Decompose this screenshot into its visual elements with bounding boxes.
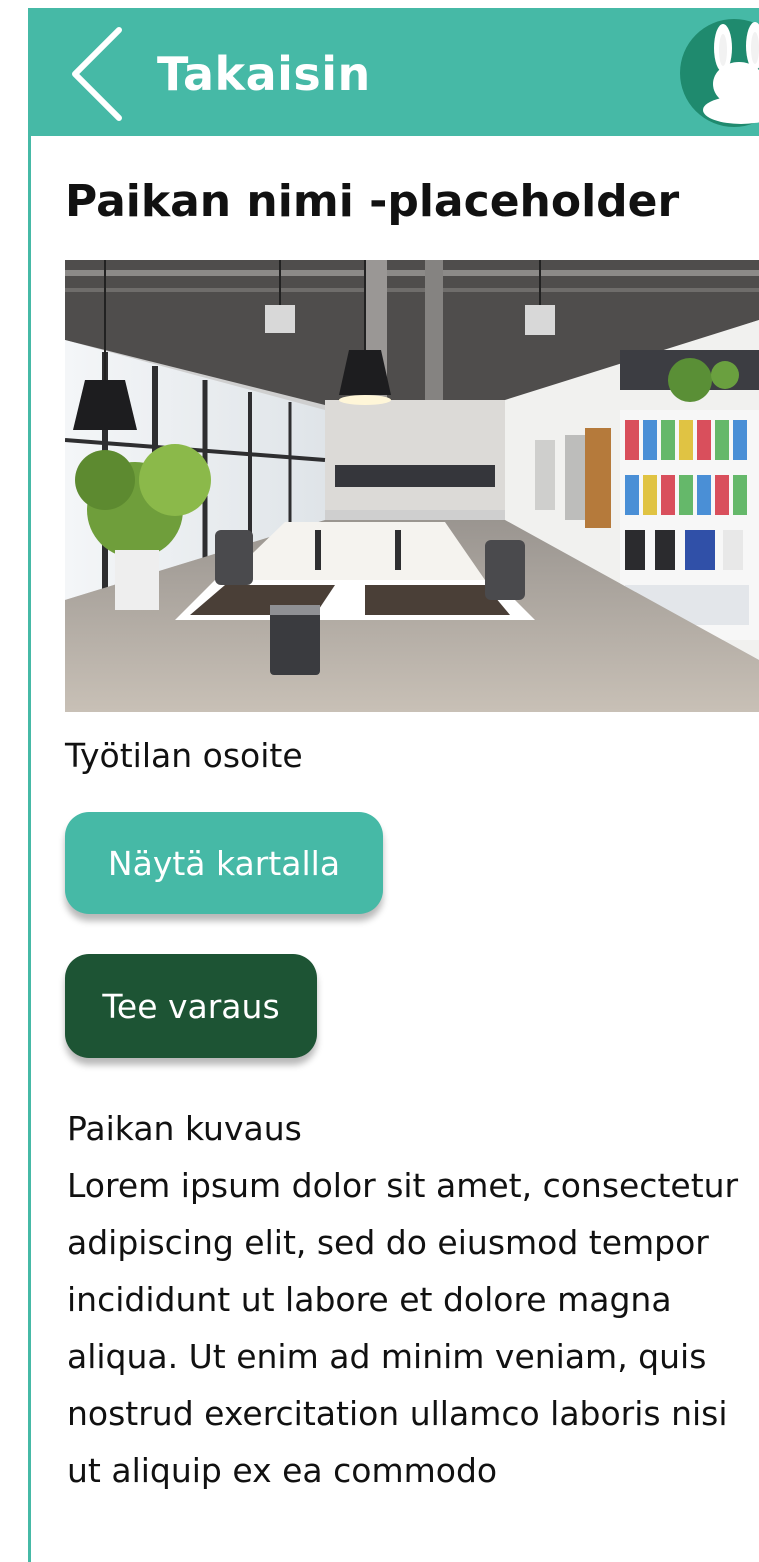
place-description: Paikan kuvaus Lorem ipsum dolor sit amet… xyxy=(67,1100,757,1499)
back-label: Takaisin xyxy=(157,47,371,101)
bunny-avatar-icon[interactable] xyxy=(679,18,759,128)
description-heading: Paikan kuvaus xyxy=(67,1109,302,1148)
chevron-left-icon xyxy=(69,26,123,122)
app-screen: Takaisin Paikan nimi -placeholder Työtil… xyxy=(28,8,759,1562)
show-on-map-button[interactable]: Näytä kartalla xyxy=(65,812,383,914)
office-photo xyxy=(65,260,759,712)
page-title: Paikan nimi -placeholder xyxy=(65,176,680,227)
back-button[interactable]: Takaisin xyxy=(69,26,371,122)
top-bar: Takaisin xyxy=(31,8,759,136)
workspace-address: Työtilan osoite xyxy=(65,736,303,775)
description-body: Lorem ipsum dolor sit amet, consectetur … xyxy=(67,1166,739,1490)
make-reservation-button[interactable]: Tee varaus xyxy=(65,954,317,1058)
